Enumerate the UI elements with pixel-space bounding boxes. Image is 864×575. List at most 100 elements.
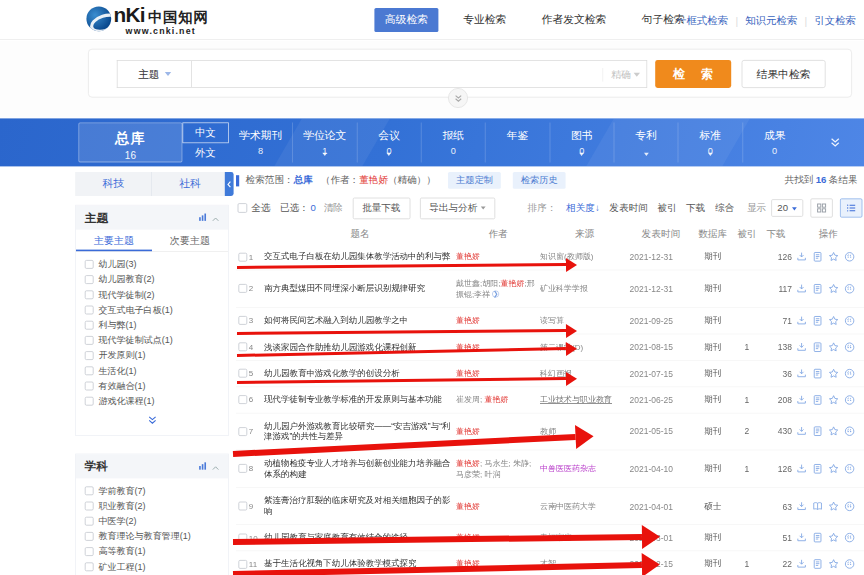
expand-search-chevron[interactable]	[448, 88, 468, 108]
filter-tab-次要主题[interactable]: 次要主题	[152, 230, 228, 252]
download-icon[interactable]	[796, 341, 807, 352]
result-download-count[interactable]: 22	[760, 560, 792, 570]
result-title[interactable]: 动植物检疫专业人才培养与创新创业能力培养融合体系的构建	[264, 458, 456, 480]
search-field-select[interactable]: 主题	[117, 60, 191, 88]
result-source[interactable]: 第二课堂(D)	[540, 341, 630, 352]
filter-item[interactable]: 现代学徒制试点(1)	[76, 333, 228, 348]
author[interactable]: 崔发周;	[456, 395, 484, 404]
filter-checkbox[interactable]	[85, 336, 94, 345]
cite-icon[interactable]	[844, 426, 855, 437]
html-read-icon[interactable]	[812, 532, 823, 543]
grid-view-button[interactable]	[810, 198, 832, 217]
db-category-学位论文[interactable]: 学位论文1	[292, 122, 356, 162]
filter-item[interactable]: 矿业工程(1)	[76, 559, 228, 574]
db-category-学术期刊[interactable]: 学术期刊8	[229, 122, 292, 162]
filter-checkbox[interactable]	[85, 275, 94, 284]
search-history-chip[interactable]: 检索历史	[513, 172, 566, 189]
favorite-icon[interactable]	[828, 251, 839, 262]
favorite-icon[interactable]	[828, 283, 839, 294]
sidebar-tab-社科[interactable]: 社科	[152, 172, 229, 196]
download-icon[interactable]	[796, 315, 807, 326]
result-title[interactable]: 现代学徒制专业教学标准的开发原则与基本功能	[264, 394, 456, 405]
favorite-icon[interactable]	[828, 463, 839, 474]
html-read-icon[interactable]	[812, 394, 823, 405]
result-title[interactable]: 如何将民间艺术融入到幼儿园教学之中	[264, 315, 456, 326]
filter-item[interactable]: 交互式电子白板(1)	[76, 302, 228, 317]
row-checkbox[interactable]	[238, 427, 247, 436]
result-title[interactable]: 紫连膏治疗肛裂的临床研究及对相关细胞因子的影响	[264, 495, 456, 517]
sort-bars-icon[interactable]	[198, 210, 207, 224]
sort-综合[interactable]: 综合	[715, 202, 734, 213]
db-total[interactable]: 总库 16	[78, 122, 182, 162]
db-category-报纸[interactable]: 报纸0	[421, 122, 485, 162]
precision-select[interactable]: 精确	[602, 68, 640, 82]
download-icon[interactable]	[796, 394, 807, 405]
highlight-author[interactable]: 董艳娇	[500, 278, 524, 287]
result-title[interactable]: 基于生活化视角下幼儿体验教学模式探究	[264, 559, 456, 570]
result-source[interactable]: 知识窗(教师版)	[540, 251, 630, 262]
filter-item[interactable]: 幼儿园(3)	[76, 257, 228, 272]
filter-item[interactable]: 高等教育(1)	[76, 544, 228, 559]
result-source[interactable]: 读写算	[540, 315, 630, 326]
result-title[interactable]: 浅谈家园合作助推幼儿园游戏化课程创新	[264, 341, 456, 352]
filter-checkbox[interactable]	[85, 502, 94, 511]
filter-checkbox[interactable]	[85, 517, 94, 526]
sidebar-collapse-button[interactable]	[225, 172, 234, 196]
html-read-icon[interactable]	[812, 559, 823, 570]
db-category-图书[interactable]: 图书0	[549, 122, 613, 162]
highlight-author[interactable]: 董艳娇	[456, 342, 480, 351]
favorite-icon[interactable]	[828, 341, 839, 352]
result-download-count[interactable]: 117	[760, 284, 792, 294]
download-icon[interactable]	[796, 559, 807, 570]
cite-icon[interactable]	[844, 341, 855, 352]
download-icon[interactable]	[796, 368, 807, 379]
result-authors[interactable]: 董艳娇	[456, 341, 540, 352]
row-checkbox[interactable]	[238, 502, 247, 511]
cite-icon[interactable]	[844, 283, 855, 294]
db-category-成果[interactable]: 成果0	[742, 122, 806, 162]
show-more-chevron-icon[interactable]	[76, 410, 228, 435]
result-title[interactable]: 幼儿园教育与家庭教育有效结合的途径	[264, 532, 456, 543]
filter-item[interactable]: 游戏化课程(1)	[76, 394, 228, 409]
cite-icon[interactable]	[844, 463, 855, 474]
result-download-count[interactable]: 138	[760, 342, 792, 352]
filter-checkbox[interactable]	[85, 382, 94, 391]
filter-checkbox[interactable]	[85, 321, 94, 330]
result-download-count[interactable]: 208	[760, 395, 792, 405]
cite-icon[interactable]	[844, 532, 855, 543]
favorite-icon[interactable]	[828, 368, 839, 379]
db-category-专利[interactable]: 专利	[614, 122, 678, 162]
chevron-up-icon[interactable]	[212, 459, 219, 473]
page-size-select[interactable]: 20	[771, 199, 803, 217]
filter-checkbox[interactable]	[85, 306, 94, 315]
filter-checkbox[interactable]	[85, 547, 94, 556]
filter-tab-主要主题[interactable]: 主要主题	[76, 230, 152, 252]
result-authors[interactable]: 董艳娇	[456, 559, 540, 570]
result-authors[interactable]: 董艳娇	[456, 501, 540, 512]
download-icon[interactable]	[796, 251, 807, 262]
search-in-results-button[interactable]: 结果中检索	[742, 60, 826, 88]
result-source[interactable]: 教师	[540, 426, 630, 437]
html-read-icon[interactable]	[812, 341, 823, 352]
download-icon[interactable]	[796, 426, 807, 437]
download-icon[interactable]	[796, 463, 807, 474]
select-all-checkbox[interactable]	[238, 203, 248, 213]
sort-发表时间[interactable]: 发表时间	[609, 202, 647, 213]
filter-item[interactable]: 现代学徒制(2)	[76, 287, 228, 302]
download-icon[interactable]	[796, 500, 807, 511]
scope-database[interactable]: 总库	[294, 174, 313, 188]
cite-icon[interactable]	[844, 394, 855, 405]
row-checkbox[interactable]	[238, 464, 247, 473]
result-download-count[interactable]: 36	[760, 368, 792, 378]
nav-tab-作者发文检索[interactable]: 作者发文检索	[531, 8, 617, 32]
result-download-count[interactable]: 430	[760, 427, 792, 437]
sort-相关度[interactable]: 相关度↓	[566, 202, 600, 213]
clear-selection-button[interactable]: 清除	[324, 201, 343, 215]
html-read-icon[interactable]	[812, 463, 823, 474]
favorite-icon[interactable]	[828, 426, 839, 437]
nav-tab-高级检索[interactable]: 高级检索	[374, 8, 438, 32]
filter-item[interactable]: 学前教育(7)	[76, 483, 228, 498]
filter-checkbox[interactable]	[85, 366, 94, 375]
search-input[interactable]: 精确	[191, 60, 647, 88]
filter-item[interactable]: 中医学(2)	[76, 514, 228, 529]
